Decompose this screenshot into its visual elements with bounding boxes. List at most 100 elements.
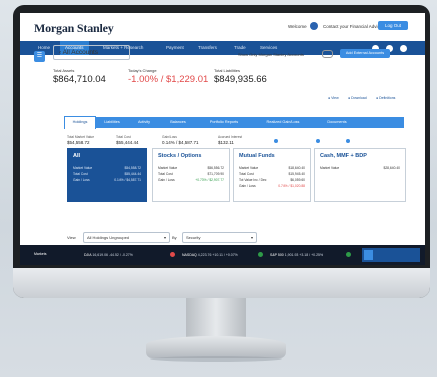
logout-button[interactable]: Log Out	[378, 21, 408, 30]
card-title: Mutual Funds	[239, 153, 275, 159]
tab-activity[interactable]: Activity	[130, 117, 158, 128]
row-value: $28,640.40	[383, 166, 400, 170]
row-label: Gain / Loss	[73, 178, 90, 182]
ticker-value: 4,223.76 +10.11 / +0.07%	[197, 253, 238, 257]
card-title: Stocks / Options	[158, 153, 202, 159]
down-arrow-icon	[170, 252, 175, 257]
row-value: +0.73% / $2,907.77	[195, 178, 224, 182]
row-value: $15,945.40	[288, 172, 305, 176]
view-filter-select[interactable]: All Holdings Ungrouped ▾	[83, 232, 170, 243]
total-assets-value: $864,710.04	[53, 74, 106, 85]
screen: Morgan Stanley Welcome Contact your Fina…	[20, 13, 425, 265]
stat-total-cost: Total Cost $55,444.44	[116, 135, 139, 145]
notifications-icon[interactable]	[400, 45, 407, 52]
ticker-name: NASDAQ	[182, 253, 197, 257]
ticker-name: DJIA	[84, 253, 92, 257]
nav-home[interactable]: Home	[38, 45, 50, 50]
definitions-link-label: Definitions	[379, 96, 396, 100]
account-selector[interactable]: ‹ All Accounts	[53, 45, 130, 60]
row-value: $56,556.72	[207, 166, 224, 170]
show-only-label: Show Only Morgan Stanley Accounts	[238, 52, 304, 57]
total-liabilities: Total Liabilities $849,935.66	[214, 68, 267, 85]
print-icon	[316, 139, 320, 144]
view-documents-link[interactable]	[346, 139, 351, 144]
stat-label: Accrued Interest	[218, 135, 243, 139]
card-mutual-funds[interactable]: Mutual Funds Market Value $18,640.40 Tota…	[233, 148, 311, 202]
chevron-down-icon: ▾	[163, 235, 166, 240]
ticker-value: 1,901.93 +3.18 / +0.25%	[284, 253, 324, 257]
nav-trade[interactable]: Trade	[234, 45, 246, 50]
user-avatar-icon[interactable]	[310, 22, 318, 30]
tab-realized-gain-loss[interactable]: Realized Gain/Loss	[254, 117, 312, 128]
ticker-sp500[interactable]: S&P 500 1,901.93 +3.18 / +0.25%	[270, 253, 323, 257]
card-row: Market Value $18,640.40	[239, 166, 305, 170]
print-link[interactable]	[316, 139, 321, 144]
card-row: Tot Value Inc / Dec $6,059.60	[239, 178, 305, 182]
row-value: $18,640.40	[288, 166, 305, 170]
stat-value: $54,558.72	[67, 140, 90, 145]
stat-accrued-interest: Accrued Interest $132.11	[218, 135, 242, 145]
download-link-label: Download	[351, 96, 367, 100]
card-row: Market Value $28,640.40	[320, 166, 400, 170]
total-assets: Total Assets $864,710.04	[53, 68, 106, 85]
nav-transfers[interactable]: Transfers	[198, 45, 217, 50]
stat-label: Gain/Loss	[162, 135, 177, 139]
group-by-value: Security	[186, 235, 201, 240]
card-cash-mmf-bdp[interactable]: Cash, MMF + BDP Market Value $28,640.40	[314, 148, 406, 202]
download-link[interactable]: ● Download	[348, 96, 367, 100]
tab-balances[interactable]: Balances	[162, 117, 194, 128]
ticker-djia[interactable]: DJIA 16,619.06 -44.52 / -0.27%	[84, 253, 133, 257]
card-row: Market Value $54,558.72	[73, 166, 141, 170]
contact-advisor-link[interactable]: Contact your Financial Advisor	[323, 24, 384, 29]
todays-change-label: Today's Change	[128, 68, 157, 73]
brand-logo[interactable]: Morgan Stanley	[34, 21, 114, 36]
stand-shadow	[150, 356, 282, 362]
row-label: Gain / Loss	[158, 178, 175, 182]
group-by-label: By	[172, 235, 177, 240]
add-external-accounts-button[interactable]: Add External Accounts	[340, 49, 390, 58]
tab-liabilities[interactable]: Liabilities	[98, 117, 126, 128]
row-label: Total Cost	[158, 172, 173, 176]
card-stocks-options[interactable]: Stocks / Options Market Value $56,556.72 …	[152, 148, 230, 202]
ticker-title: Markets	[34, 252, 47, 256]
stat-value: 0.14% / $4,587.71	[162, 140, 199, 145]
view-link-label: View	[331, 96, 339, 100]
ticker-nasdaq[interactable]: NASDAQ 4,223.76 +10.11 / +0.07%	[182, 253, 238, 257]
top-bar: Morgan Stanley Welcome Contact your Fina…	[20, 13, 425, 41]
tab-holdings[interactable]: Holdings	[64, 116, 96, 129]
quote-search-input[interactable]	[362, 248, 420, 262]
stat-value: $55,444.44	[116, 140, 139, 145]
up-arrow-icon	[258, 252, 263, 257]
account-selector-label: All Accounts	[62, 49, 99, 56]
view-link[interactable]: ● View	[328, 96, 339, 100]
stat-value: $132.11	[218, 140, 234, 145]
card-row: Total Cost $71,709.90	[158, 172, 224, 176]
card-row: Gain / Loss 0.14% / $4,587.71	[73, 178, 141, 182]
nav-payment[interactable]: Payment	[166, 45, 184, 50]
card-row: Total Cost $55,444.44	[73, 172, 141, 176]
stat-label: Total Cost	[116, 135, 131, 139]
monitor-stand-neck	[186, 298, 246, 338]
row-label: Total Cost	[239, 172, 254, 176]
group-by-select[interactable]: Security ▾	[182, 232, 257, 243]
search-icon[interactable]	[364, 250, 373, 260]
row-value: 0.14% / $4,587.71	[114, 178, 141, 182]
row-label: Market Value	[239, 166, 259, 170]
show-hide-columns-link[interactable]	[274, 139, 279, 144]
show-only-toggle[interactable]	[322, 50, 333, 58]
definitions-link[interactable]: ● Definitions	[376, 96, 395, 100]
row-value: $55,444.44	[124, 172, 141, 176]
monitor-stand-base	[146, 336, 286, 358]
card-all[interactable]: All Market Value $54,558.72 Total Cost $55…	[67, 148, 147, 202]
view-filter-value: All Holdings Ungrouped	[87, 235, 130, 240]
chevron-down-icon: ▾	[250, 235, 253, 240]
row-value: $54,558.72	[124, 166, 141, 170]
nav-services[interactable]: Services	[260, 45, 277, 50]
card-row: Market Value $56,556.72	[158, 166, 224, 170]
sidebar-toggle-icon[interactable]: ☰	[34, 51, 45, 62]
tab-portfolio-reports[interactable]: Portfolio Reports	[198, 117, 250, 128]
row-value: $6,059.60	[290, 178, 305, 182]
card-title: All	[73, 153, 81, 159]
row-label: Market Value	[73, 166, 93, 170]
tab-documents[interactable]: Documents	[316, 117, 358, 128]
